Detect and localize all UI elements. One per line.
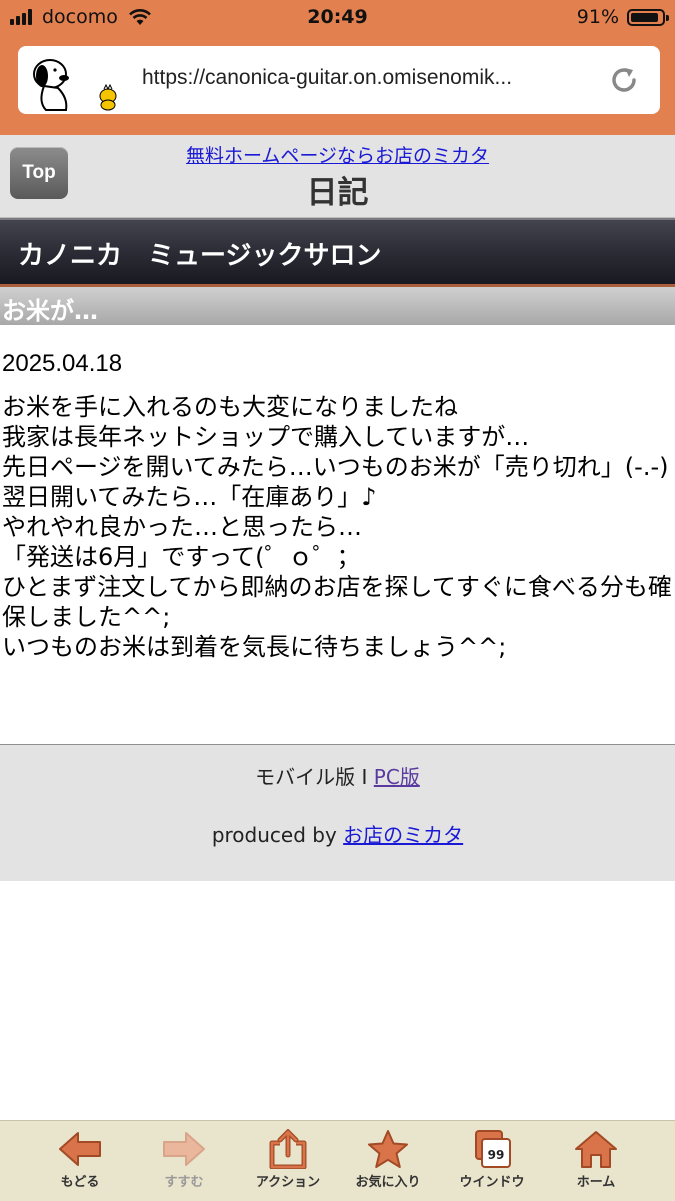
entry-line: 翌日開いてみたら…「在庫あり」♪ [2,483,377,511]
home-label: ホーム [576,1175,616,1190]
snoopy-icon [33,59,117,111]
action-label: アクション [255,1175,321,1190]
favorites-button[interactable]: お気に入り [338,1125,438,1199]
favorites-label: お気に入り [355,1175,421,1190]
home-icon [575,1131,617,1168]
mobile-version-label: モバイル版 I [255,765,374,789]
entry-title-bar: お米が… [0,287,675,325]
entry-line: 先日ページを開いてみたら…いつものお米が「売り切れ」(-.-) [2,453,669,481]
page-title: 日記 [306,175,369,211]
provider-link[interactable]: お店のミカタ [343,823,463,847]
tabs-icon: 99 [475,1130,511,1168]
browser-toolbar: もどる すすむ アクション お気に入り 99 ウインドウ ホーム [0,1120,675,1201]
entry-line: 我家は長年ネットショップで購入していますが… [2,423,530,451]
action-button[interactable]: アクション [238,1125,338,1199]
produced-by-label: produced by [211,823,344,847]
pc-version-link[interactable]: PC版 [374,765,420,789]
window-count: 99 [488,1148,505,1162]
entry-line: ひとまず注文してから即納のお店を探してすぐに食べる分も確保しました^^; [2,573,672,631]
forward-arrow-icon [163,1132,205,1166]
browser-chrome: docomo 20:49 91% https://canonica-guitar… [0,0,675,135]
home-button[interactable]: ホーム [546,1125,646,1199]
share-icon [269,1129,307,1169]
entry-title: お米が… [2,297,98,325]
entry-content: 2025.04.18 お米を手に入れるのも大変になりましたね 我家は長年ネットシ… [2,350,672,662]
page-header: Top 無料ホームページならお店のミカタ 日記 [0,135,675,218]
back-label: もどる [60,1175,100,1190]
ad-link[interactable]: 無料ホームページならお店のミカタ [0,141,675,168]
battery-icon [627,8,669,26]
page-footer: モバイル版 I PC版 produced by お店のミカタ [0,744,675,881]
clock: 20:49 [307,6,368,28]
window-button[interactable]: 99 ウインドウ [442,1125,542,1199]
address-bar[interactable]: https://canonica-guitar.on.omisenomik... [18,46,660,114]
entry-date: 2025.04.18 [2,350,123,377]
url-text[interactable]: https://canonica-guitar.on.omisenomik... [142,66,612,90]
site-name: カノニカ ミュージックサロン [18,241,382,271]
star-icon [368,1130,408,1168]
battery-percent: 91% [576,6,619,28]
status-bar: docomo 20:49 91% [0,0,675,38]
entry-line: 「発送は6月」ですって(゜ｏ゜； [2,543,361,571]
back-arrow-icon [59,1132,101,1166]
entry-line: やれやれ良かった…と思ったら… [2,513,362,541]
entry-line: いつものお米は到着を気長に待ちましょう^^; [2,633,507,661]
site-name-bar: カノニカ ミュージックサロン [0,218,675,286]
credit: produced by お店のミカタ [0,819,675,848]
back-button[interactable]: もどる [30,1125,130,1199]
version-switch: モバイル版 I PC版 [0,761,675,790]
entry-body: お米を手に入れるのも大変になりましたね 我家は長年ネットショップで購入しています… [2,392,672,662]
reload-icon[interactable] [608,64,640,96]
entry-line: お米を手に入れるのも大変になりましたね [2,393,458,421]
forward-button[interactable]: すすむ [134,1125,234,1199]
forward-label: すすむ [164,1175,204,1190]
window-label: ウインドウ [459,1175,525,1190]
